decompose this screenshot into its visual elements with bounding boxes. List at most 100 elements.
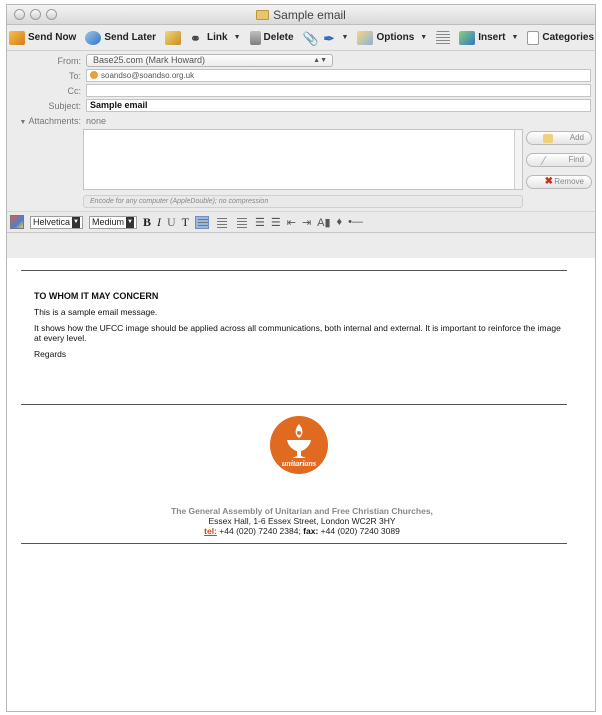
- message-headers: From: Base25.com (Mark Howard) ▲▼ To: so…: [7, 51, 595, 211]
- size-value: Medium: [91, 216, 124, 227]
- message-body[interactable]: TO WHOM IT MAY CONCERN This is a sample …: [7, 258, 595, 711]
- chevron-down-icon: ▼: [341, 34, 349, 41]
- format-icon: [436, 30, 451, 45]
- attachments-label: Attachments:: [28, 115, 81, 126]
- bullet-list-icon[interactable]: ☰: [271, 216, 281, 229]
- send-later-button[interactable]: Send Later: [85, 30, 157, 45]
- attachments-toggle[interactable]: ▼ Attachments:: [7, 116, 86, 126]
- contact-icon: [90, 71, 98, 79]
- send-now-label: Send Now: [28, 32, 77, 43]
- attach-button[interactable]: 📎: [302, 30, 319, 46]
- subject-field[interactable]: Sample email: [86, 99, 591, 112]
- add-attachment-button[interactable]: Add: [526, 131, 592, 145]
- cc-field[interactable]: [86, 84, 591, 97]
- divider-top: [21, 270, 567, 271]
- from-label: From:: [57, 55, 82, 66]
- window-title: Sample email: [7, 8, 595, 22]
- insert-button[interactable]: Insert ▼: [459, 30, 519, 45]
- delete-button[interactable]: Delete: [249, 30, 294, 45]
- remove-label: Remove: [554, 177, 584, 186]
- cc-label: Cc:: [67, 85, 82, 96]
- options-button[interactable]: Options ▼: [357, 30, 428, 45]
- fax-value: +44 (020) 7240 3089: [318, 526, 400, 536]
- window-title-text: Sample email: [273, 8, 346, 22]
- insert-icon: [459, 30, 476, 45]
- paperclip-icon: 📎: [302, 30, 319, 46]
- message-line-1: This is a sample email message.: [34, 307, 158, 317]
- encoding-options[interactable]: Encode for any computer (AppleDouble); n…: [83, 195, 523, 208]
- categories-button[interactable]: Categories ▼: [527, 30, 595, 45]
- underline-button[interactable]: U: [167, 215, 176, 230]
- message-text: TO WHOM IT MAY CONCERN This is a sample …: [34, 291, 564, 365]
- delete-label: Delete: [263, 32, 294, 43]
- trash-icon: [249, 30, 261, 45]
- remove-attachment-button[interactable]: ✖ Remove: [526, 175, 592, 189]
- select-arrows-icon: ▲▼: [313, 57, 327, 64]
- subject-row: Subject: Sample email: [7, 98, 595, 113]
- send-later-label: Send Later: [104, 32, 157, 43]
- categories-icon: [527, 30, 540, 45]
- options-icon: [357, 30, 374, 45]
- to-recipient[interactable]: soandso@soandso.org.uk: [101, 71, 194, 80]
- to-field[interactable]: soandso@soandso.org.uk: [86, 69, 591, 82]
- tel-label: tel:: [204, 526, 217, 536]
- disclosure-triangle-icon: ▼: [19, 118, 27, 126]
- text-style-button[interactable]: T: [182, 215, 189, 230]
- find-attachment-button[interactable]: Find: [526, 153, 592, 167]
- signature-button[interactable]: ✒ ▼: [324, 31, 349, 46]
- insert-label: Insert: [478, 32, 506, 43]
- bold-button[interactable]: B: [143, 215, 151, 230]
- title-bar: Sample email: [7, 5, 595, 25]
- message-signoff: Regards: [34, 349, 67, 359]
- divider-middle: [21, 404, 567, 405]
- subject-label: Subject:: [48, 100, 81, 111]
- footer-address: Essex Hall, 1-6 Essex Street, London WC2…: [208, 516, 396, 526]
- color-picker-icon[interactable]: [10, 215, 24, 229]
- chevron-down-icon: ▼: [511, 34, 519, 41]
- attachments-row: ▼ Attachments: none: [7, 113, 595, 128]
- footer-org: The General Assembly of Unitarian and Fr…: [171, 506, 433, 516]
- size-select[interactable]: Medium ▼: [88, 215, 137, 229]
- unitarians-logo: unitarians: [270, 416, 328, 474]
- align-center-button[interactable]: [214, 215, 229, 229]
- numbered-list-icon[interactable]: ☰: [255, 216, 265, 229]
- link-button[interactable]: ⚭ Link ▼: [190, 30, 241, 46]
- italic-button[interactable]: I: [157, 215, 161, 230]
- format-button[interactable]: [436, 30, 451, 45]
- from-row: From: Base25.com (Mark Howard) ▲▼: [7, 53, 595, 68]
- from-value: Base25.com (Mark Howard): [93, 55, 206, 65]
- save-to-folder-button[interactable]: [165, 30, 182, 45]
- toolbar: Send Now Send Later ⚭ Link ▼ Delete 📎 ✒ …: [7, 25, 595, 51]
- chevron-down-icon: ▼: [125, 216, 134, 228]
- increase-indent-icon[interactable]: ⇥: [302, 216, 311, 229]
- send-now-button[interactable]: Send Now: [9, 30, 77, 45]
- format-bar: Helvetica ▼ Medium ▼ B I U T ☰ ☰ ⇤ ⇥ A▮ …: [7, 211, 595, 233]
- document-icon: [256, 10, 270, 20]
- add-label: Add: [569, 133, 584, 142]
- logo-text: unitarians: [281, 459, 317, 468]
- find-icon: [540, 156, 556, 165]
- send-icon: [9, 30, 25, 45]
- divider-bottom: [21, 543, 567, 544]
- categories-label: Categories: [542, 32, 595, 43]
- text-color-icon[interactable]: A▮: [317, 216, 330, 229]
- fax-label: fax:: [303, 526, 319, 536]
- chevron-down-icon: ▼: [72, 216, 80, 228]
- options-label: Options: [376, 32, 415, 43]
- message-line-2: It shows how the UFCC image should be ap…: [34, 323, 561, 343]
- align-right-button[interactable]: [234, 215, 249, 229]
- horizontal-rule-icon[interactable]: •—: [348, 216, 363, 228]
- signature-footer: The General Assembly of Unitarian and Fr…: [7, 506, 595, 536]
- remove-icon: ✖: [544, 176, 553, 187]
- align-left-button[interactable]: [194, 215, 209, 229]
- from-select[interactable]: Base25.com (Mark Howard) ▲▼: [86, 54, 333, 67]
- link-icon: ⚭: [190, 30, 201, 46]
- chevron-down-icon: ▼: [420, 34, 428, 41]
- decrease-indent-icon[interactable]: ⇤: [287, 216, 296, 229]
- attachments-list[interactable]: [83, 129, 523, 190]
- tel-value: +44 (020) 7240 2384;: [216, 526, 304, 536]
- to-row: To: soandso@soandso.org.uk: [7, 68, 595, 83]
- font-select[interactable]: Helvetica ▼: [30, 215, 83, 229]
- highlight-icon[interactable]: ♦: [337, 216, 343, 228]
- attachments-scrollbar[interactable]: [514, 130, 522, 189]
